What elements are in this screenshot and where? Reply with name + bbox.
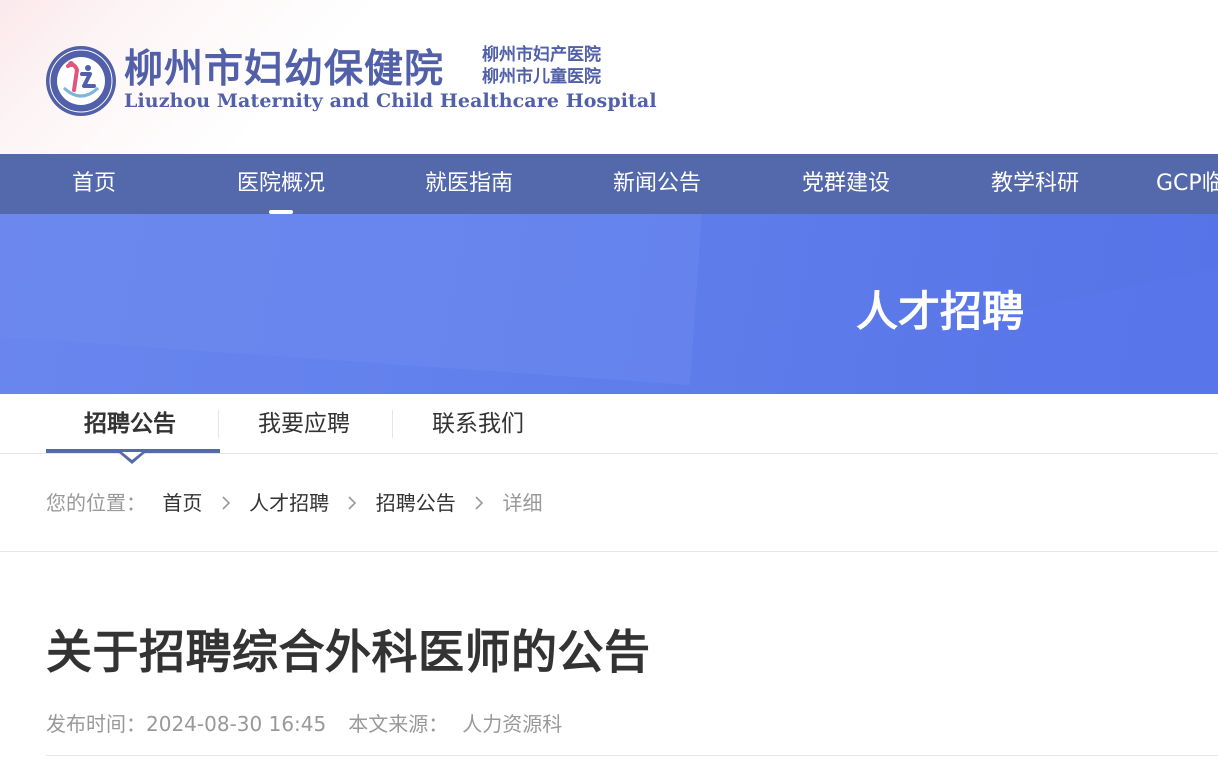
chevron-right-icon — [462, 485, 496, 521]
breadcrumb: 您的位置： 首页 人才招聘 招聘公告 详细 — [46, 485, 543, 521]
nav-item-gcp[interactable]: GCP临 — [1156, 154, 1218, 214]
hospital-emblem-icon — [46, 46, 116, 116]
banner-decoration — [0, 214, 708, 386]
nav-item-hospital-overview[interactable]: 医院概况 — [237, 154, 325, 214]
tab-divider — [392, 410, 393, 438]
section-subnav: 招聘公告 我要应聘 联系我们 — [0, 394, 1218, 464]
publish-date: 2024-08-30 16:45 — [146, 712, 327, 736]
logo-subtitle-line-1: 柳州市妇产医院 — [482, 45, 601, 65]
nav-item-label: 党群建设 — [802, 171, 891, 196]
breadcrumb-label: 您的位置： — [46, 491, 146, 515]
tab-label: 联系我们 — [432, 411, 524, 437]
breadcrumb-item-home[interactable]: 首页 — [162, 485, 202, 521]
nav-item-label: 教学科研 — [991, 171, 1080, 196]
source-label: 本文来源： — [348, 712, 449, 736]
nav-item-news[interactable]: 新闻公告 — [613, 154, 701, 214]
logo-subtitle: 柳州市妇产医院 柳州市儿童医院 — [482, 44, 601, 88]
chevron-right-icon — [335, 485, 369, 521]
nav-item-label: 首页 — [72, 171, 117, 196]
logo-chinese-name: 柳州市妇幼保健院 — [124, 46, 445, 92]
nav-item-label: 就医指南 — [425, 171, 514, 196]
tab-divider — [218, 410, 219, 438]
article-meta: 发布时间：2024-08-30 16:45 本文来源： 人力资源科 — [46, 708, 562, 737]
page-banner: 人才招聘 — [0, 214, 1218, 394]
article-meta-divider — [46, 755, 1218, 756]
tab-apply[interactable]: 我要应聘 — [258, 394, 350, 454]
article-title: 关于招聘综合外科医师的公告 — [46, 625, 651, 679]
tab-contact-us[interactable]: 联系我们 — [432, 394, 524, 454]
tab-label: 招聘公告 — [84, 411, 176, 437]
chevron-right-icon — [209, 485, 243, 521]
nav-item-party-building[interactable]: 党群建设 — [802, 154, 890, 214]
nav-item-label: 新闻公告 — [613, 171, 702, 196]
active-tab-arrow-inner — [122, 452, 142, 460]
site-logo[interactable]: 柳州市妇幼保健院 柳州市妇产医院 柳州市儿童医院 Liuzhou Materni… — [44, 42, 657, 120]
breadcrumb-item-current: 详细 — [502, 491, 543, 515]
article-source: 人力资源科 — [462, 712, 563, 736]
tab-label: 我要应聘 — [258, 411, 350, 437]
logo-english-name: Liuzhou Maternity and Child Healthcare H… — [124, 90, 657, 112]
breadcrumb-divider — [0, 551, 1218, 552]
breadcrumb-item-talent-recruitment[interactable]: 人才招聘 — [249, 485, 329, 521]
nav-item-medical-guide[interactable]: 就医指南 — [425, 154, 513, 214]
banner-title: 人才招聘 — [856, 287, 1025, 336]
nav-item-label: GCP临 — [1156, 171, 1218, 196]
publish-date-label: 发布时间： — [46, 712, 146, 736]
nav-item-home[interactable]: 首页 — [72, 154, 116, 214]
breadcrumb-item-recruitment-notices[interactable]: 招聘公告 — [376, 485, 456, 521]
nav-item-label: 医院概况 — [237, 171, 326, 196]
nav-item-teaching-research[interactable]: 教学科研 — [991, 154, 1079, 214]
main-nav: 首页 医院概况 就医指南 新闻公告 党群建设 教学科研 GCP临 — [0, 154, 1218, 214]
logo-subtitle-line-2: 柳州市儿童医院 — [482, 67, 601, 87]
tab-recruitment-notices[interactable]: 招聘公告 — [84, 394, 176, 454]
site-header: 柳州市妇幼保健院 柳州市妇产医院 柳州市儿童医院 Liuzhou Materni… — [0, 0, 1218, 154]
